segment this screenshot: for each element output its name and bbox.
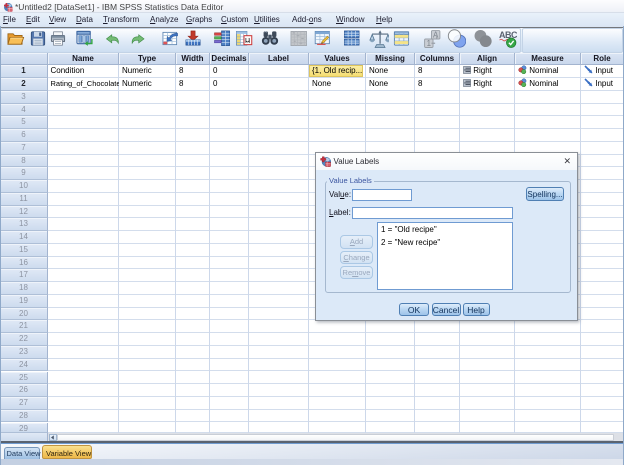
svg-text:A: A — [433, 30, 439, 39]
svg-text:ABC: ABC — [499, 30, 517, 40]
svg-text:1: 1 — [426, 39, 431, 48]
